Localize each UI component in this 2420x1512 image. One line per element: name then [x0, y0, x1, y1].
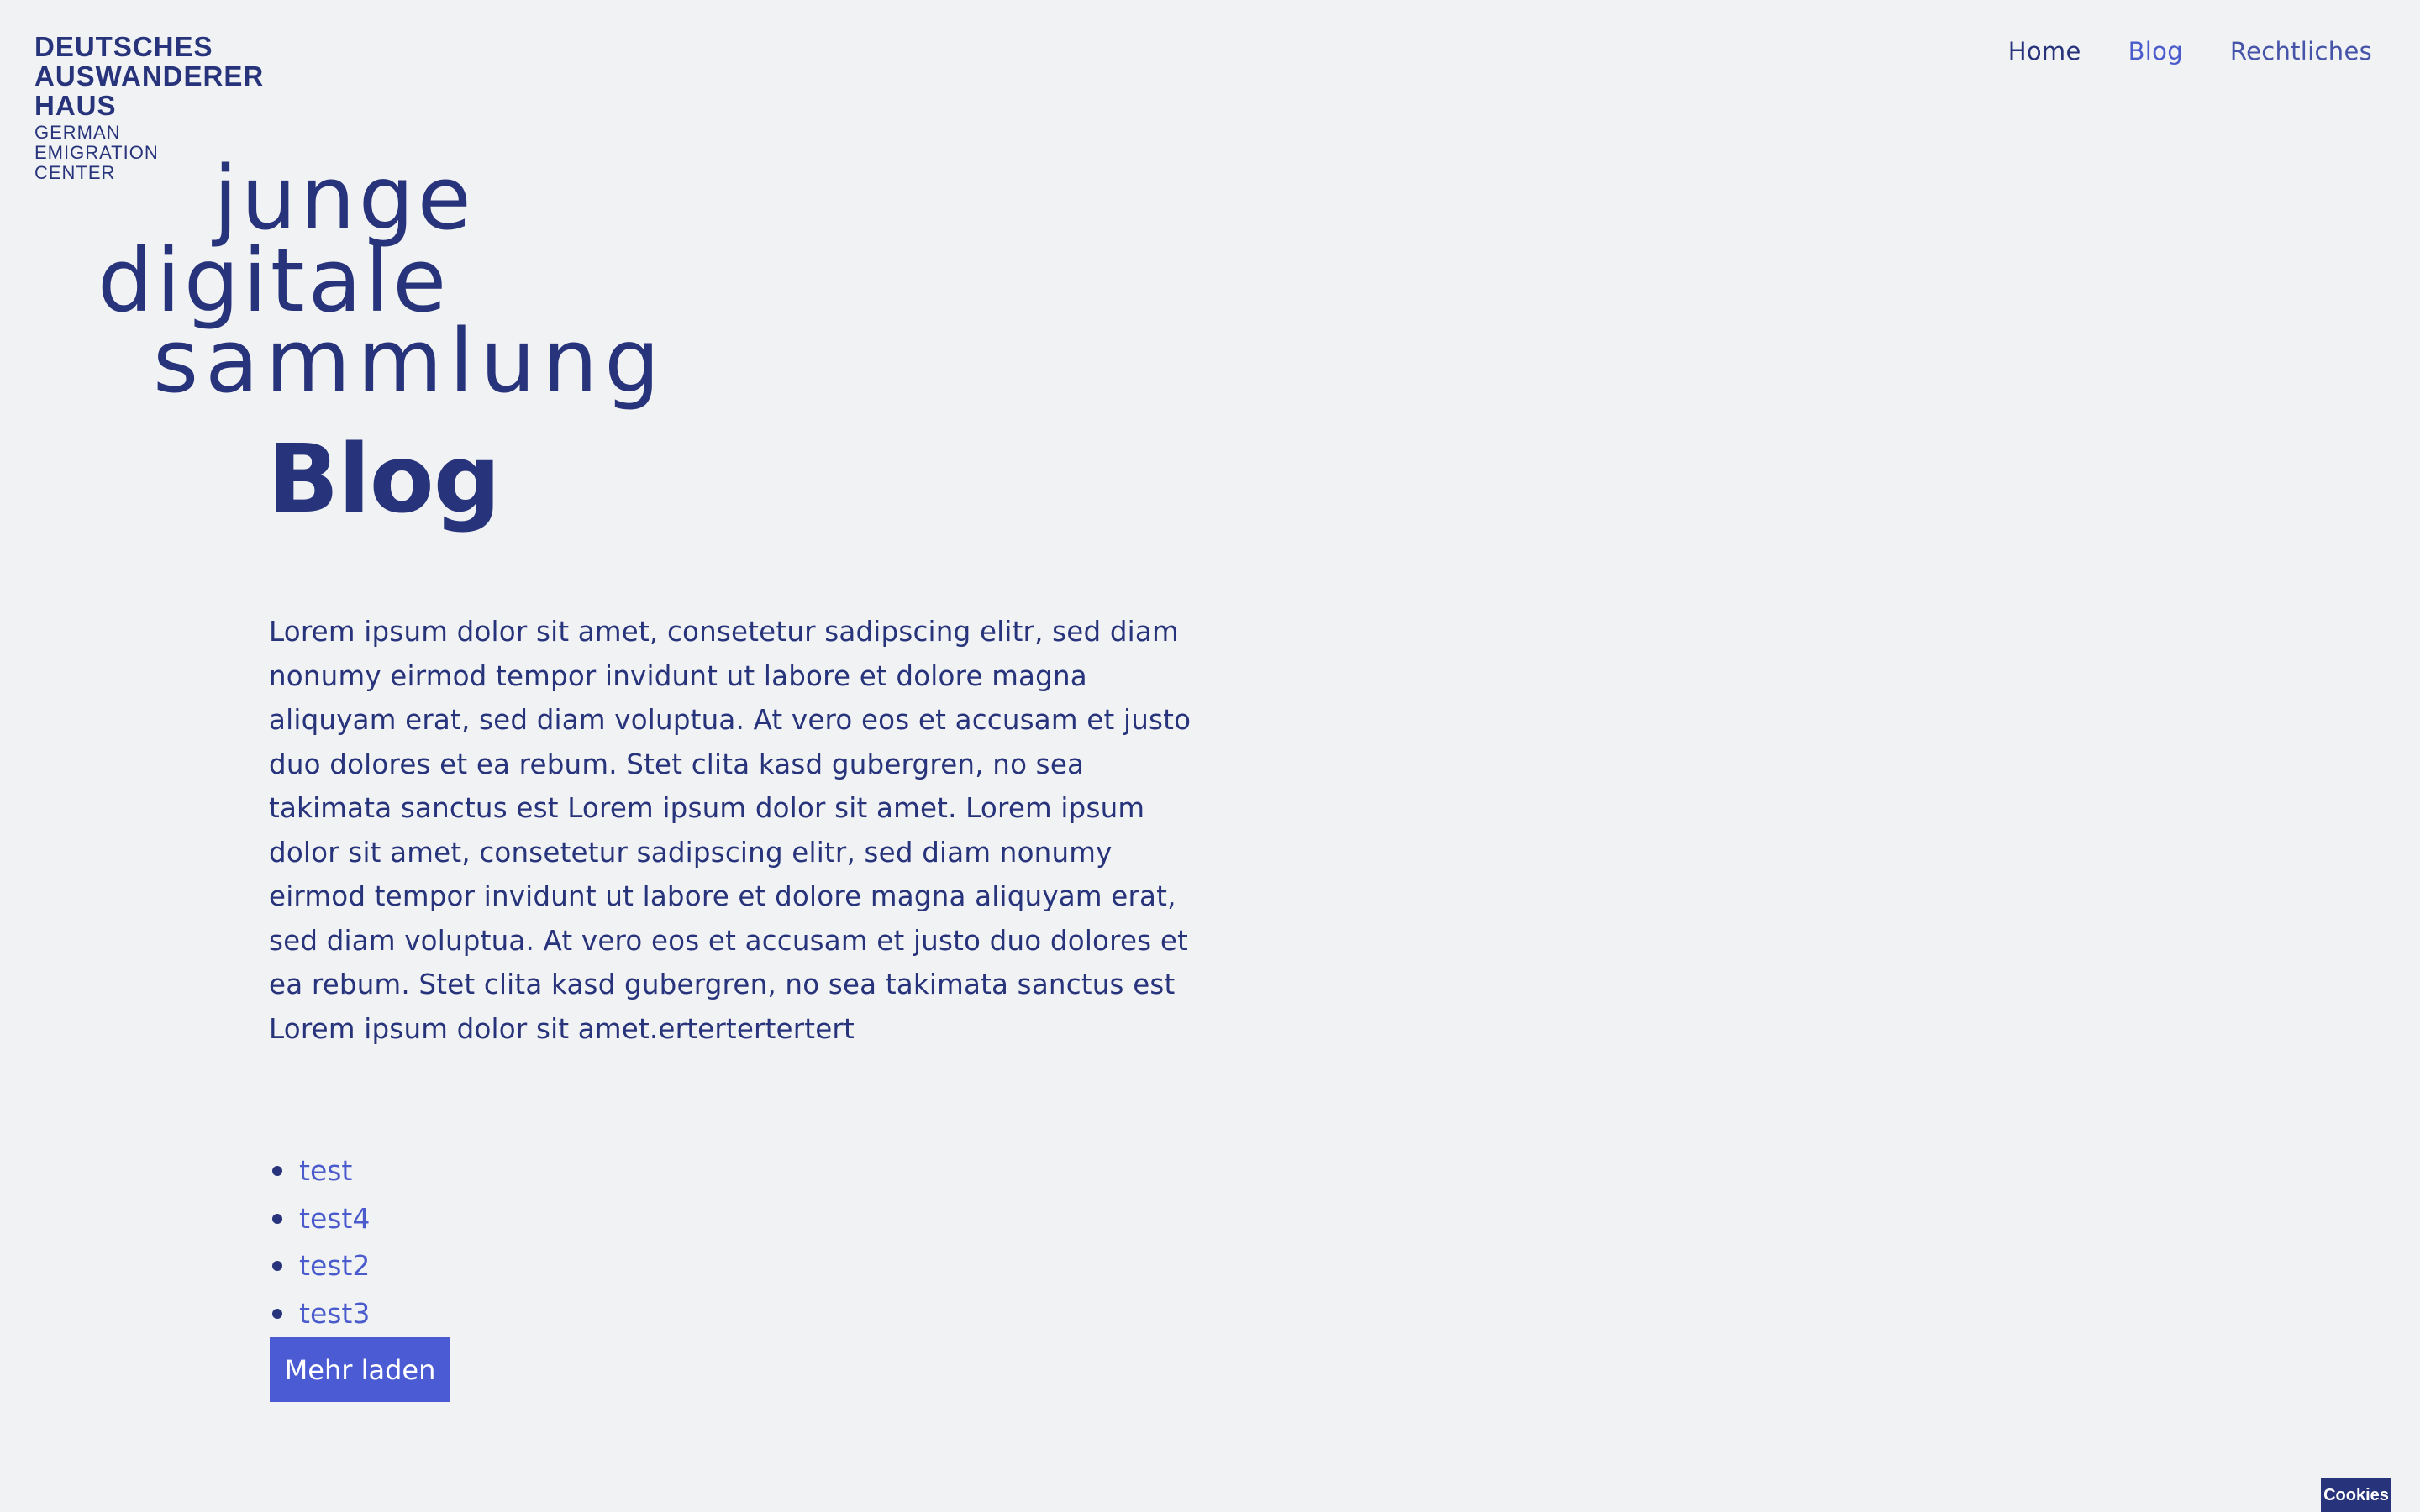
- intro-text: Lorem ipsum dolor sit amet, consetetur s…: [269, 616, 1192, 1045]
- list-item: test4: [269, 1195, 370, 1243]
- nav-item-rechtliches[interactable]: Rechtliches: [2230, 37, 2372, 66]
- post-link[interactable]: test4: [299, 1195, 370, 1243]
- site-title-line-sammlung: sammlung: [153, 310, 667, 412]
- page-title: Blog: [267, 425, 501, 534]
- list-item: test2: [269, 1242, 370, 1290]
- bullet-icon: [272, 1213, 282, 1224]
- post-link[interactable]: test3: [299, 1290, 370, 1338]
- logo-line: AUSWANDERER: [34, 60, 265, 92]
- bullet-icon: [272, 1166, 282, 1177]
- main-nav: Home Blog Rechtliches: [1961, 37, 2372, 66]
- load-more-button[interactable]: Mehr laden: [270, 1337, 450, 1402]
- logo-sub-line: GERMAN: [34, 122, 121, 143]
- logo-wordmark: DEUTSCHES AUSWANDERER HAUS: [34, 32, 264, 120]
- blog-post-list: test test4 test2 test3: [269, 1147, 370, 1337]
- list-item: test3: [269, 1290, 370, 1338]
- bullet-icon: [272, 1261, 282, 1272]
- nav-item-home[interactable]: Home: [2008, 37, 2081, 66]
- list-item: test: [269, 1147, 370, 1195]
- logo-line: DEUTSCHES: [34, 31, 213, 62]
- post-link[interactable]: test2: [299, 1242, 370, 1290]
- post-link[interactable]: test: [299, 1147, 352, 1195]
- nav-item-blog[interactable]: Blog: [2128, 37, 2183, 66]
- bullet-icon: [272, 1308, 282, 1319]
- cookies-button[interactable]: Cookies: [2321, 1478, 2391, 1512]
- logo-line: HAUS: [34, 90, 117, 121]
